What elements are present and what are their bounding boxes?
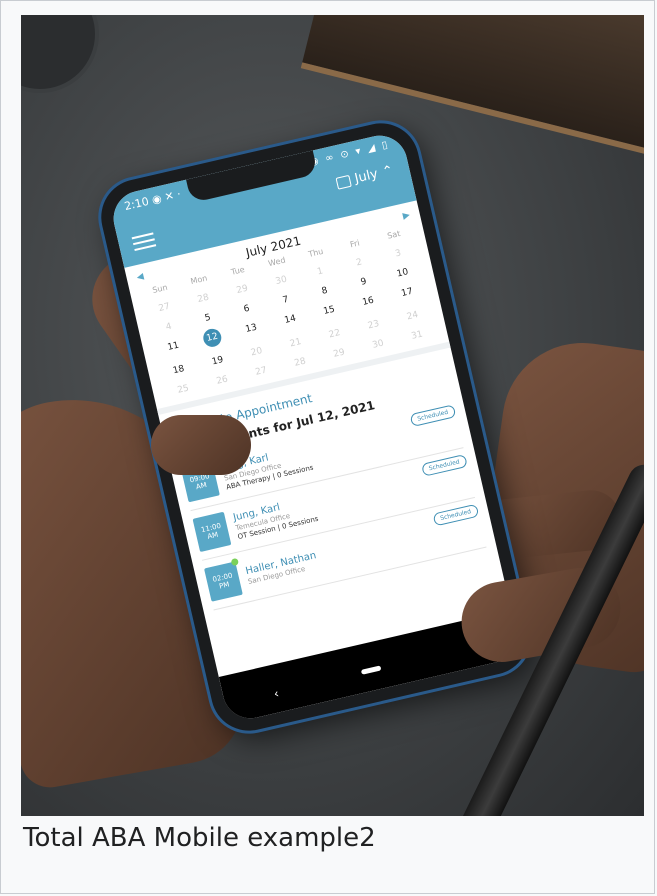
day-cell[interactable]: 30: [261, 271, 302, 290]
day-cell[interactable]: 29: [319, 344, 360, 363]
day-cell[interactable]: 10: [382, 264, 423, 283]
status-bar: 2:10 ◉ ✕ ·: [123, 187, 182, 213]
day-cell[interactable]: 15: [309, 301, 351, 324]
day-cell[interactable]: 28: [280, 353, 321, 372]
appointment-time: 11:00 AM: [192, 511, 232, 553]
day-cell-selected[interactable]: 12: [201, 327, 224, 349]
day-cell[interactable]: 9: [343, 273, 384, 292]
day-cell[interactable]: 16: [348, 292, 390, 315]
day-cell[interactable]: 13: [231, 319, 273, 342]
status-icons-right: ◉ ∞ ⊙ ▾ ◢ ▯: [308, 139, 391, 169]
status-badge: Scheduled: [409, 404, 457, 428]
calendar: ◀ July 2021 ▶ Sun Mon Tue Wed Thu Fri Sa…: [124, 200, 497, 618]
day-cell[interactable]: 14: [270, 310, 312, 333]
online-dot: [230, 557, 240, 567]
cup: [21, 15, 99, 93]
day-cell[interactable]: 23: [353, 316, 394, 335]
day-cell[interactable]: 27: [144, 298, 185, 317]
day-cell[interactable]: 18: [158, 361, 199, 380]
prev-month-arrow[interactable]: ◀: [136, 272, 145, 283]
day-cell[interactable]: 20: [236, 343, 277, 362]
status-icons: ◉ ✕ ·: [150, 187, 183, 207]
day-cell[interactable]: 4: [148, 318, 189, 337]
day-cell[interactable]: 5: [187, 309, 228, 328]
day-cell[interactable]: 22: [314, 325, 355, 344]
status-time: 2:10: [123, 194, 151, 214]
day-cell[interactable]: 17: [387, 283, 429, 306]
back-icon[interactable]: ‹: [272, 686, 280, 701]
appointment-details: Haller, Nathan San Diego Office: [245, 550, 320, 586]
day-cell[interactable]: 30: [357, 335, 398, 354]
day-cell[interactable]: 21: [275, 334, 316, 353]
day-cell[interactable]: 29: [222, 280, 263, 299]
day-cell[interactable]: 26: [202, 371, 243, 390]
photo: 2:10 ◉ ✕ · ◉ ∞ ⊙ ▾ ◢ ▯ July ⌃ ◀ July 202…: [21, 15, 644, 816]
image-thumbnail: 2:10 ◉ ✕ · ◉ ∞ ⊙ ▾ ◢ ▯ July ⌃ ◀ July 202…: [0, 0, 655, 894]
day-cell[interactable]: 6: [226, 300, 267, 319]
appointment-time: 02:00 PM: [204, 557, 243, 602]
day-cell[interactable]: 3: [378, 244, 419, 263]
day-cell[interactable]: 7: [265, 291, 306, 310]
chevron-up-icon: ⌃: [380, 163, 395, 181]
day-cell[interactable]: 24: [392, 307, 433, 326]
image-caption: Total ABA Mobile example2: [23, 823, 376, 853]
day-cell[interactable]: 2: [339, 253, 380, 272]
month-selector[interactable]: July ⌃: [335, 163, 395, 191]
day-cell[interactable]: 11: [153, 337, 195, 360]
next-month-arrow[interactable]: ▶: [402, 210, 411, 221]
day-cell[interactable]: 31: [396, 326, 437, 345]
month-label: July: [353, 166, 380, 187]
day-cell[interactable]: 19: [197, 352, 238, 371]
appointment-details: Jung, Karl Temecula Office OT Session | …: [232, 494, 319, 541]
home-indicator[interactable]: [360, 665, 382, 675]
menu-icon[interactable]: [131, 232, 157, 254]
status-badge: Scheduled: [420, 453, 468, 477]
day-cell[interactable]: 1: [300, 262, 341, 281]
status-badge: Scheduled: [432, 503, 480, 527]
day-cell[interactable]: 27: [241, 362, 282, 381]
left-finger: [151, 415, 251, 475]
day-cell[interactable]: 8: [304, 282, 345, 301]
calendar-icon: [335, 174, 352, 190]
day-cell[interactable]: 25: [163, 380, 204, 399]
day-cell[interactable]: 28: [183, 289, 224, 308]
